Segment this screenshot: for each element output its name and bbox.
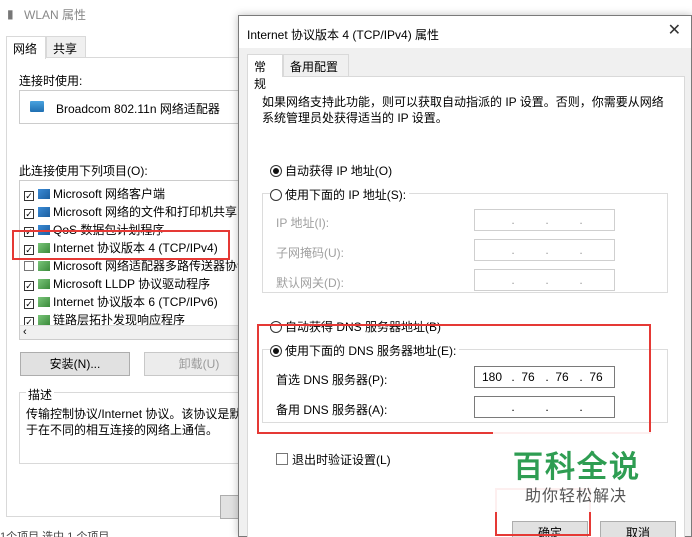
network-adapter-icon bbox=[30, 101, 44, 112]
dialog-title-bar: Internet 协议版本 4 (TCP/IPv4) 属性 ✕ bbox=[239, 16, 691, 48]
list-item[interactable]: ✓ Microsoft 网络客户端 bbox=[24, 185, 165, 202]
file-sharing-icon bbox=[38, 207, 50, 217]
status-bar-text: 1个项目 选中 1 个项目 bbox=[0, 531, 110, 537]
description-text-line-1: 传输控制协议/Internet 协议。该协议是默 bbox=[26, 407, 242, 421]
auto-ip-label: 自动获得 IP 地址(O) bbox=[285, 164, 393, 178]
items-list-label: 此连接使用下列项目(O): bbox=[19, 164, 148, 178]
wifi-adapter-icon: ▮ bbox=[7, 7, 14, 21]
default-gateway-input[interactable]: ... bbox=[474, 269, 615, 291]
cancel-button[interactable]: 取消 bbox=[600, 521, 676, 537]
list-item[interactable]: ✓ Internet 协议版本 6 (TCP/IPv6) bbox=[24, 293, 218, 310]
scroll-left-icon[interactable]: ‹ bbox=[23, 326, 27, 338]
item-checkbox[interactable]: ✓ bbox=[24, 299, 34, 309]
adapter-field: Broadcom 802.11n 网络适配器 bbox=[19, 90, 260, 124]
ip-address-input[interactable]: ... bbox=[474, 209, 615, 231]
description-text-line-2: 于在不同的相互连接的网络上通信。 bbox=[26, 423, 219, 437]
protocol-icon bbox=[38, 279, 50, 289]
tab-sharing[interactable]: 共享 bbox=[46, 36, 86, 58]
watermark-title: 百科全说 bbox=[513, 451, 641, 484]
tab-general[interactable]: 常规 bbox=[247, 54, 283, 91]
tab-alternate-configuration[interactable]: 备用配置 bbox=[283, 54, 349, 76]
highlight-dns-section bbox=[257, 324, 651, 434]
install-button[interactable]: 安装(N)... bbox=[20, 352, 130, 376]
item-checkbox[interactable] bbox=[24, 261, 34, 271]
dialog-title: Internet 协议版本 4 (TCP/IPv4) 属性 bbox=[247, 28, 440, 42]
default-gateway-label: 默认网关(D): bbox=[276, 276, 344, 290]
connect-using-label: 连接时使用: bbox=[19, 74, 83, 88]
list-item-label: Internet 协议版本 6 (TCP/IPv6) bbox=[53, 295, 218, 309]
protocol-icon bbox=[38, 261, 50, 271]
item-checkbox[interactable]: ✓ bbox=[24, 191, 34, 201]
ip-address-label: IP 地址(I): bbox=[276, 216, 330, 230]
close-icon[interactable]: ✕ bbox=[668, 23, 681, 39]
validate-on-exit-checkbox[interactable]: 退出时验证设置(L) bbox=[276, 451, 391, 468]
subnet-mask-label: 子网掩码(U): bbox=[276, 246, 344, 260]
radio-unselected-icon bbox=[270, 189, 282, 201]
radio-selected-icon bbox=[270, 165, 282, 177]
description-title: 描述 bbox=[26, 386, 55, 403]
list-item-label: Microsoft 网络适配器多路传送器协议 bbox=[53, 259, 250, 273]
auto-ip-radio[interactable]: 自动获得 IP 地址(O) bbox=[270, 162, 392, 179]
network-client-icon bbox=[38, 189, 50, 199]
manual-ip-radio[interactable]: 使用下面的 IP 地址(S): bbox=[270, 186, 410, 203]
list-item[interactable]: ✓ Microsoft 网络的文件和打印机共享 bbox=[24, 203, 237, 220]
info-text-line-1: 如果网络支持此功能，则可以获取自动指派的 IP 设置。否则，你需要从网络 bbox=[262, 95, 664, 109]
validate-checkbox-box[interactable] bbox=[276, 453, 288, 465]
manual-ip-label: 使用下面的 IP 地址(S): bbox=[285, 188, 407, 202]
wlan-properties-window: ▮ WLAN 属性 网络 共享 连接时使用: Broadcom 802.11n … bbox=[0, 0, 260, 537]
description-group: 描述 传输控制协议/Internet 协议。该协议是默 于在不同的相互连接的网络… bbox=[19, 386, 260, 464]
protocol-icon bbox=[38, 315, 50, 325]
info-text-line-2: 系统管理员处获得适当的 IP 设置。 bbox=[262, 111, 448, 125]
item-checkbox[interactable]: ✓ bbox=[24, 281, 34, 291]
subnet-mask-input[interactable]: ... bbox=[474, 239, 615, 261]
item-checkbox[interactable]: ✓ bbox=[24, 209, 34, 219]
list-item-label: Microsoft 网络的文件和打印机共享 bbox=[53, 205, 238, 219]
protocol-icon bbox=[38, 297, 50, 307]
adapter-name: Broadcom 802.11n 网络适配器 bbox=[56, 102, 220, 116]
validate-on-exit-label: 退出时验证设置(L) bbox=[292, 453, 391, 467]
watermark: 百科全说 助你轻松解决 bbox=[493, 432, 668, 512]
horizontal-scrollbar[interactable]: ‹ bbox=[20, 325, 259, 339]
highlight-ipv4-item bbox=[12, 230, 230, 260]
items-list[interactable]: ✓ Microsoft 网络客户端 ✓ Microsoft 网络的文件和打印机共享 … bbox=[19, 180, 260, 340]
list-item-label: Microsoft 网络客户端 bbox=[53, 187, 166, 201]
list-item-label: Microsoft LLDP 协议驱动程序 bbox=[53, 277, 211, 291]
tab-network[interactable]: 网络 bbox=[6, 36, 46, 59]
wlan-window-title: WLAN 属性 bbox=[24, 8, 87, 22]
list-item[interactable]: ✓ Microsoft LLDP 协议驱动程序 bbox=[24, 275, 210, 292]
wlan-title-bar: ▮ WLAN 属性 bbox=[0, 0, 260, 28]
watermark-subtitle: 助你轻松解决 bbox=[525, 488, 628, 505]
